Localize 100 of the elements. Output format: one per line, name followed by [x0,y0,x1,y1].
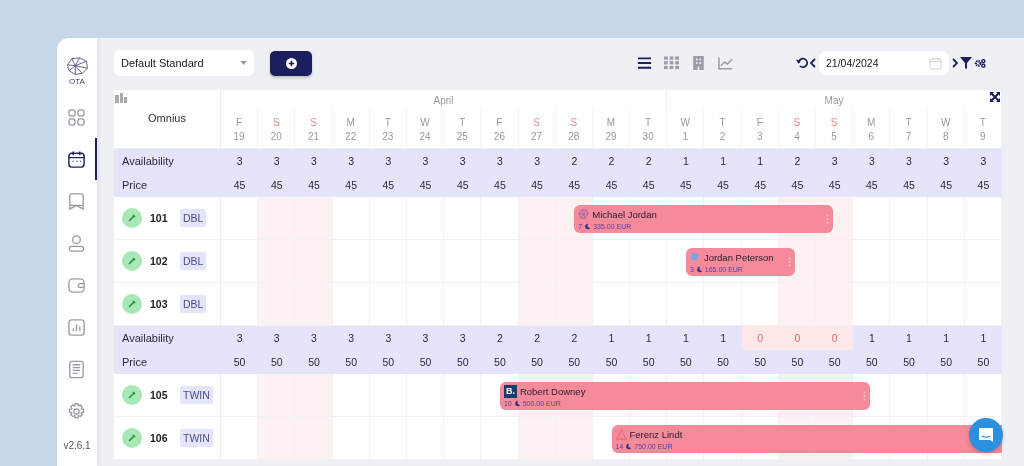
settings-icon [66,401,86,421]
price-cell-text: 50 [307,355,321,370]
building-icon [690,56,706,70]
price-cell-text: 50 [493,355,507,370]
availability-cell-text: 2 [533,331,542,346]
triangle-icon [615,428,627,440]
grid-icon [663,56,679,70]
availability-cell-text: 3 [533,154,542,169]
moon-icon [695,265,703,273]
availability-cell-text: 3 [347,331,356,346]
dot-icon [689,251,701,263]
calendar-icon [66,149,86,169]
availability-cell-text: 3 [458,331,467,346]
date-field[interactable]: 21/04/2024 [819,51,949,75]
availability-cell-text: 1 [719,331,727,346]
price-cell-text: 50 [790,355,805,370]
weekday-label: T [719,116,726,128]
price-cell-text: 45 [530,178,544,193]
availability-cell-text: 1 [644,331,653,346]
weekday-label: S [310,116,317,128]
status-icon[interactable] [122,385,142,405]
availability-cell-text: 3 [384,154,393,169]
availability-cell-text: 3 [942,154,951,169]
weekday-label: T [384,116,391,128]
status-icon[interactable] [122,428,142,448]
price-cell-text: 50 [455,355,470,370]
undo-icon[interactable] [796,57,808,69]
price-cell-text: 50 [976,355,991,370]
row-label: Availability [121,331,175,346]
price-cell-text: 50 [344,355,358,370]
availability-cell-text: 3 [421,154,430,169]
availability-cell-text: 1 [942,331,951,346]
guest-name: Jordan Peterson [703,251,774,263]
price-cell-text: 45 [976,178,991,193]
price-cell-text: 45 [865,178,879,193]
price-cell-text: 45 [716,178,730,193]
plus-icon [285,57,297,69]
chat-icon [978,427,994,443]
weekday-label: F [236,116,243,128]
drag-handle-icon[interactable] [862,391,866,401]
availability-cell-text: 3 [310,154,318,169]
price-cell-text: 45 [604,178,619,193]
availability-cell: 0 [778,326,817,350]
status-icon[interactable] [122,294,142,314]
price-cell-text: 50 [641,355,656,370]
availability-cell-text: 3 [272,154,281,169]
room-number: 101 [150,212,169,224]
availability-cell-text: 2 [644,154,653,169]
source-badge: B. [503,384,517,398]
filter-icon[interactable] [960,57,972,69]
room-type-tag: DBL [180,209,207,227]
availability-cell-text: 1 [719,154,727,169]
row-label: Price [121,178,149,193]
day-number: 20 [270,130,282,142]
price-cell-text: 45 [567,178,582,193]
day-number: 23 [382,130,394,142]
weekday-label: S [830,116,838,128]
availability-cell-text: 3 [235,331,244,346]
availability-cell-text: 2 [607,154,616,169]
document-icon [66,359,86,379]
weekday-label: F [756,116,763,128]
price-cell-text: 45 [344,178,358,193]
availability-cell-text: 1 [867,331,876,346]
bookmark-icon [66,191,86,211]
logo-icon [64,56,90,77]
rate-plan-dropdown[interactable]: Default Standard [114,50,254,76]
add-button[interactable] [270,50,312,76]
day-number: 25 [456,130,468,142]
room-number: 103 [150,298,169,310]
day-number: 30 [642,130,654,142]
chevron-left-icon[interactable] [810,58,816,68]
availability-cell-text: 3 [458,154,467,169]
price-cell-text: 50 [939,355,954,370]
availability-cell-text: 2 [570,154,579,169]
day-number: 19 [233,130,245,142]
day-number: 21 [307,130,320,142]
weekday-label: S [533,116,540,128]
expand-icon[interactable] [990,92,1000,102]
price-cell-text: 45 [753,178,768,193]
availability-cell-text: 1 [905,331,913,346]
availability-cell-text: 1 [681,154,690,169]
drag-handle-icon[interactable] [788,257,792,267]
status-icon[interactable] [122,208,142,228]
availability-cell-text: 1 [756,154,765,169]
day-number: 3 [756,130,763,142]
price-cell-text: 45 [418,178,433,193]
day-number: 9 [980,130,986,142]
wallet-icon [66,275,86,295]
view-button[interactable] [636,55,652,71]
weekday-label: F [496,116,503,128]
property-name: Omnius [148,112,186,125]
status-icon[interactable] [122,251,142,271]
day-number: 27 [531,130,543,142]
gears-icon[interactable] [974,57,986,69]
chevron-right-icon[interactable] [952,58,958,68]
availability-cell: 0 [741,326,779,350]
moon-icon [584,222,592,230]
price-cell-text: 45 [939,178,954,193]
drag-handle-icon[interactable] [825,214,829,224]
room-type-tag: DBL [180,295,207,313]
